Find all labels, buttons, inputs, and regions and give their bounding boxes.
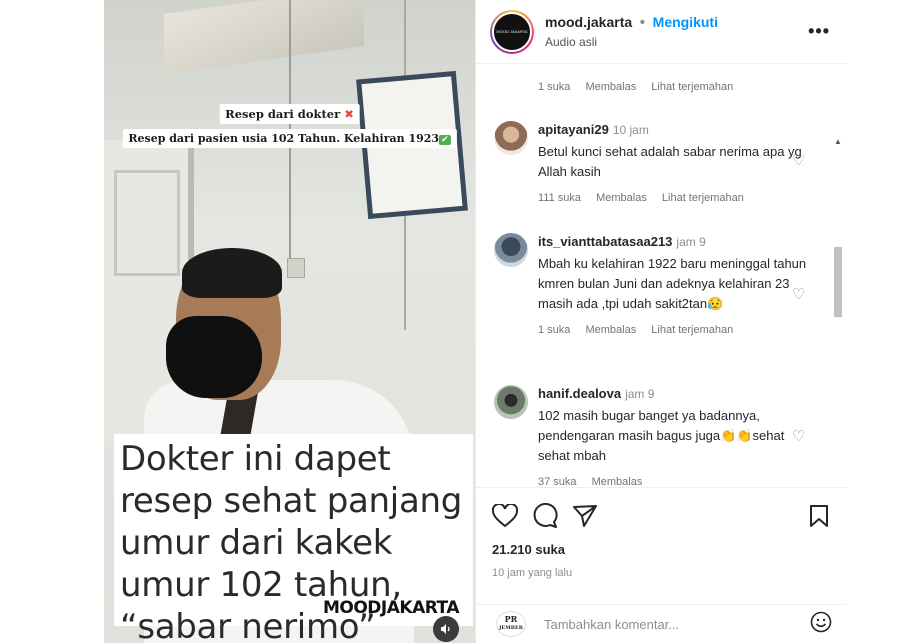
comment-like-count[interactable]: 111 suka	[538, 192, 581, 204]
audio-link[interactable]: Audio asli	[545, 35, 808, 49]
comment-icon[interactable]	[532, 503, 558, 529]
comment-text: Mbah ku kelahiran 1922 baru meninggal ta…	[538, 256, 807, 311]
reply-button[interactable]: Membalas	[585, 81, 636, 93]
like-count[interactable]: 21.210 suka	[492, 542, 830, 557]
video-caption-line2: Resep dari pasien usia 102 Tahun. Kelahi…	[122, 129, 457, 148]
reply-button[interactable]: Membalas	[596, 192, 647, 204]
like-comment-heart-icon[interactable]: ♡	[792, 285, 805, 303]
face-mask	[166, 316, 262, 398]
post-panel: MOOD JAKARTA mood.jakarta • Mengikuti Au…	[476, 0, 846, 643]
comment-text: Betul kunci sehat adalah sabar nerima ap…	[538, 144, 802, 179]
logo-subtext: JEMBER	[499, 625, 523, 631]
see-translation-button[interactable]: Lihat terjemahan	[651, 324, 733, 336]
comment-text: 102 masih bugar banget ya badannya, pend…	[538, 408, 785, 463]
like-comment-heart-icon[interactable]: ♡	[792, 151, 805, 169]
commenter-avatar[interactable]	[494, 385, 528, 419]
comment-like-count[interactable]: 37 suka	[538, 476, 577, 487]
post-actions: 21.210 suka 10 jam yang lalu	[476, 487, 846, 587]
see-translation-button[interactable]: Lihat terjemahan	[662, 192, 744, 204]
share-icon[interactable]	[572, 504, 598, 528]
add-comment-bar: PR JEMBER Tambahkan komentar...	[476, 604, 846, 643]
scroll-up-arrow-icon[interactable]: ▲	[834, 137, 842, 146]
emoji-icon[interactable]	[810, 611, 832, 638]
separator-dot: •	[639, 14, 646, 31]
reel-video[interactable]: Resep dari dokter ✖ Resep dari pasien us…	[104, 0, 475, 643]
check-mark-icon: ✔	[439, 135, 451, 145]
comments-list[interactable]: 1 suka Membalas Lihat terjemahan apitaya…	[476, 65, 846, 487]
person-hair	[182, 248, 282, 298]
commenter-username[interactable]: apitayani29	[538, 122, 609, 137]
comments-scrollbar[interactable]: ▲ ▼	[832, 137, 844, 487]
comment-meta: 1 suka Membalas Lihat terjemahan	[538, 81, 846, 93]
see-translation-button[interactable]: Lihat terjemahan	[651, 81, 733, 93]
comment-time[interactable]: jam 9	[625, 387, 654, 401]
video-caption-line1: Resep dari dokter ✖	[219, 104, 360, 124]
comment-time[interactable]: jam 9	[676, 235, 705, 249]
heart-icon[interactable]	[492, 504, 518, 528]
comment-body: apitayani29 10 jam Betul kunci sehat adal…	[538, 121, 808, 204]
reply-button[interactable]: Membalas	[592, 476, 643, 487]
user-avatar-logo[interactable]: PR JEMBER	[496, 611, 526, 637]
comment-input[interactable]: Tambahkan komentar...	[544, 617, 810, 632]
post-time[interactable]: 10 jam yang lalu	[492, 567, 830, 579]
following-button[interactable]: Mengikuti	[653, 14, 718, 30]
post-header: MOOD JAKARTA mood.jakarta • Mengikuti Au…	[476, 0, 846, 64]
cross-mark-icon: ✖	[344, 107, 354, 121]
commenter-username[interactable]: its_vianttabatasaa213	[538, 234, 672, 249]
commenter-avatar[interactable]	[494, 121, 528, 155]
avatar-logo: MOOD JAKARTA	[492, 11, 532, 52]
scrollbar-thumb[interactable]	[834, 247, 842, 317]
comment-like-count[interactable]: 1 suka	[538, 324, 570, 336]
username-link[interactable]: mood.jakarta	[545, 14, 632, 30]
bookmark-icon[interactable]	[808, 504, 830, 528]
logo-text: PR	[504, 614, 518, 624]
more-options-icon[interactable]: •••	[808, 21, 830, 42]
action-icons	[492, 498, 830, 534]
speaker-icon[interactable]	[433, 616, 459, 642]
avatar[interactable]: MOOD JAKARTA	[490, 9, 534, 54]
commenter-avatar[interactable]	[494, 233, 528, 267]
comment-body: its_vianttabatasaa213 jam 9 Mbah ku kelah…	[538, 233, 808, 336]
commenter-username[interactable]: hanif.dealova	[538, 386, 621, 401]
comment-body: hanif.dealova jam 9 102 masih bugar bange…	[538, 385, 808, 487]
comment-like-count: 1 suka	[538, 81, 571, 93]
like-comment-heart-icon[interactable]: ♡	[792, 427, 805, 445]
comment-time[interactable]: 10 jam	[613, 123, 649, 137]
brand-watermark: MOODJAKARTA	[322, 598, 460, 618]
video-text-overlay: Dokter ini dapet resep sehat panjang umu…	[114, 434, 473, 643]
wall-socket	[287, 258, 305, 278]
reply-button[interactable]: Membalas	[585, 324, 636, 336]
header-text: mood.jakarta • Mengikuti Audio asli	[545, 14, 808, 49]
